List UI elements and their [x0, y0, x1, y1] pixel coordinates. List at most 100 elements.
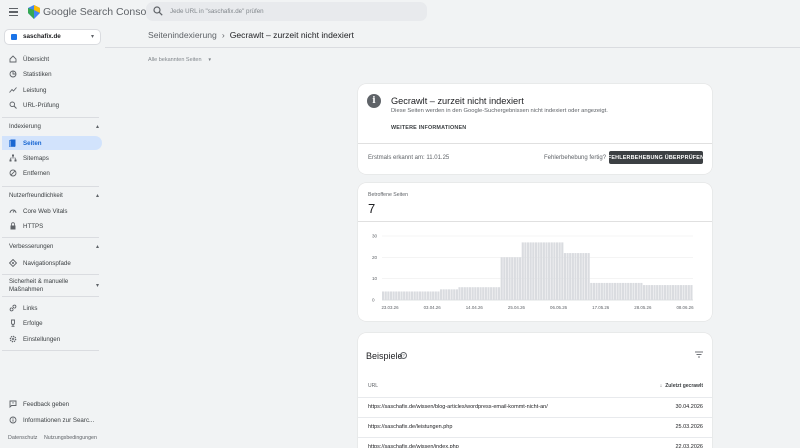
sidebar-item-links[interactable]: Links	[2, 301, 102, 315]
sidebar-item-sitemaps[interactable]: Sitemaps	[2, 151, 102, 165]
chart-bar[interactable]	[410, 291, 414, 300]
sidebar-section-header[interactable]: Nutzerfreundlichkeit ▴	[2, 192, 102, 201]
chart-bar[interactable]	[671, 285, 675, 300]
chart-bar[interactable]	[656, 285, 659, 300]
chart-bar[interactable]	[653, 285, 656, 300]
chart-bar[interactable]	[685, 285, 688, 300]
chart-bar[interactable]	[474, 287, 477, 300]
chart-bar[interactable]	[677, 285, 680, 300]
chart-bar[interactable]	[640, 282, 643, 300]
chart-bar[interactable]	[690, 285, 693, 300]
chart-bar[interactable]	[429, 291, 432, 300]
terms-link[interactable]: Nutzungsbedingungen	[44, 435, 97, 441]
table-row[interactable]: https://saschafix.de/leistungen.php 25.03…	[358, 417, 712, 435]
more-info-link[interactable]: WEITERE INFORMATIONEN	[391, 125, 466, 131]
chart-bar[interactable]	[558, 242, 561, 300]
sidebar-item-übersicht[interactable]: Übersicht	[2, 52, 102, 66]
chart-bar[interactable]	[426, 291, 429, 300]
sidebar-item-entfernen[interactable]: Entfernen	[2, 166, 102, 180]
chart-bar[interactable]	[508, 257, 511, 300]
sidebar-section-header[interactable]: Sicherheit & manuelle Maßnahmen ▾	[2, 278, 102, 294]
chart-bar[interactable]	[650, 285, 653, 300]
chart-bar[interactable]	[497, 287, 501, 300]
chart-bar[interactable]	[387, 291, 390, 300]
chart-bar[interactable]	[619, 282, 622, 300]
chart-bar[interactable]	[566, 253, 569, 300]
chart-bar[interactable]	[574, 253, 577, 300]
chart-bar[interactable]	[463, 287, 466, 300]
chart-bar[interactable]	[458, 287, 461, 300]
sidebar-item-core-web-vitals[interactable]: Core Web Vitals	[2, 204, 102, 218]
chart-bar[interactable]	[555, 242, 559, 300]
chart-bar[interactable]	[466, 287, 469, 300]
chart-bar[interactable]	[537, 242, 540, 300]
chart-bar[interactable]	[461, 287, 464, 300]
chart-bar[interactable]	[521, 242, 524, 300]
search-input[interactable]	[170, 5, 420, 18]
chart-bar[interactable]	[545, 242, 548, 300]
sidebar-item-informationen-zur-searc[interactable]: Informationen zur Searc...	[2, 413, 102, 427]
table-row[interactable]: https://saschafix.de/wissen/index.php 22.…	[358, 437, 712, 448]
chart-bar[interactable]	[606, 282, 609, 300]
page-filter-select[interactable]: Alle bekannten Seiten ▼	[148, 57, 212, 63]
chart-bar[interactable]	[392, 291, 395, 300]
chart-bar[interactable]	[408, 291, 411, 300]
breadcrumb-parent[interactable]: Seitenindexierung	[148, 30, 217, 40]
chart-bar[interactable]	[479, 287, 482, 300]
chart-bar[interactable]	[403, 291, 406, 300]
chart-bar[interactable]	[548, 242, 551, 300]
chart-bar[interactable]	[637, 282, 640, 300]
url-inspection-search[interactable]	[146, 2, 427, 21]
column-last-crawled[interactable]: ↓ Zuletzt gecrawlt	[660, 383, 703, 389]
chart-bar[interactable]	[553, 242, 556, 300]
filter-icon[interactable]	[695, 351, 703, 358]
chart-bar[interactable]	[421, 291, 424, 300]
sidebar-item-feedback-geben[interactable]: Feedback geben	[2, 397, 102, 411]
sidebar-item-https[interactable]: HTTPS	[2, 219, 102, 233]
chart-bar[interactable]	[571, 253, 574, 300]
chart-bar[interactable]	[582, 253, 585, 300]
chart-bar[interactable]	[432, 291, 435, 300]
chart-bar[interactable]	[505, 257, 509, 300]
chart-bar[interactable]	[526, 242, 530, 300]
chart-bar[interactable]	[621, 282, 624, 300]
chart-bar[interactable]	[611, 282, 614, 300]
chart-bar[interactable]	[382, 291, 385, 300]
chart-bar[interactable]	[542, 242, 545, 300]
sidebar-item-leistung[interactable]: Leistung	[2, 83, 102, 97]
chart-bar[interactable]	[453, 289, 456, 300]
chart-bar[interactable]	[384, 291, 387, 300]
chart-bar[interactable]	[437, 291, 440, 300]
chart-bar[interactable]	[569, 253, 572, 300]
chart-bar[interactable]	[529, 242, 532, 300]
chart-bar[interactable]	[482, 287, 485, 300]
chart-bar[interactable]	[608, 282, 611, 300]
chart-bar[interactable]	[532, 242, 535, 300]
chart-bar[interactable]	[642, 285, 646, 300]
chart-bar[interactable]	[590, 282, 593, 300]
chart-bar[interactable]	[635, 282, 638, 300]
chart-bar[interactable]	[389, 291, 393, 300]
chart-bar[interactable]	[450, 289, 453, 300]
chart-bar[interactable]	[600, 282, 603, 300]
chart-bar[interactable]	[648, 285, 651, 300]
chart-bar[interactable]	[395, 291, 398, 300]
chart-bar[interactable]	[595, 282, 598, 300]
chart-bar[interactable]	[524, 242, 527, 300]
chart-bar[interactable]	[471, 287, 474, 300]
chart-bar[interactable]	[598, 282, 601, 300]
chart-bar[interactable]	[416, 291, 419, 300]
chart-bar[interactable]	[674, 285, 677, 300]
chart-bar[interactable]	[434, 291, 437, 300]
chart-bar[interactable]	[445, 289, 448, 300]
chart-bar[interactable]	[592, 282, 596, 300]
chart-bar[interactable]	[579, 253, 582, 300]
chart-bar[interactable]	[603, 282, 606, 300]
chart-bar[interactable]	[561, 242, 564, 300]
chart-bar[interactable]	[516, 257, 519, 300]
chart-bar[interactable]	[661, 285, 664, 300]
chart-bar[interactable]	[679, 285, 682, 300]
chart-bar[interactable]	[682, 285, 685, 300]
privacy-link[interactable]: Datenschutz	[8, 435, 37, 441]
chart-bar[interactable]	[613, 282, 617, 300]
